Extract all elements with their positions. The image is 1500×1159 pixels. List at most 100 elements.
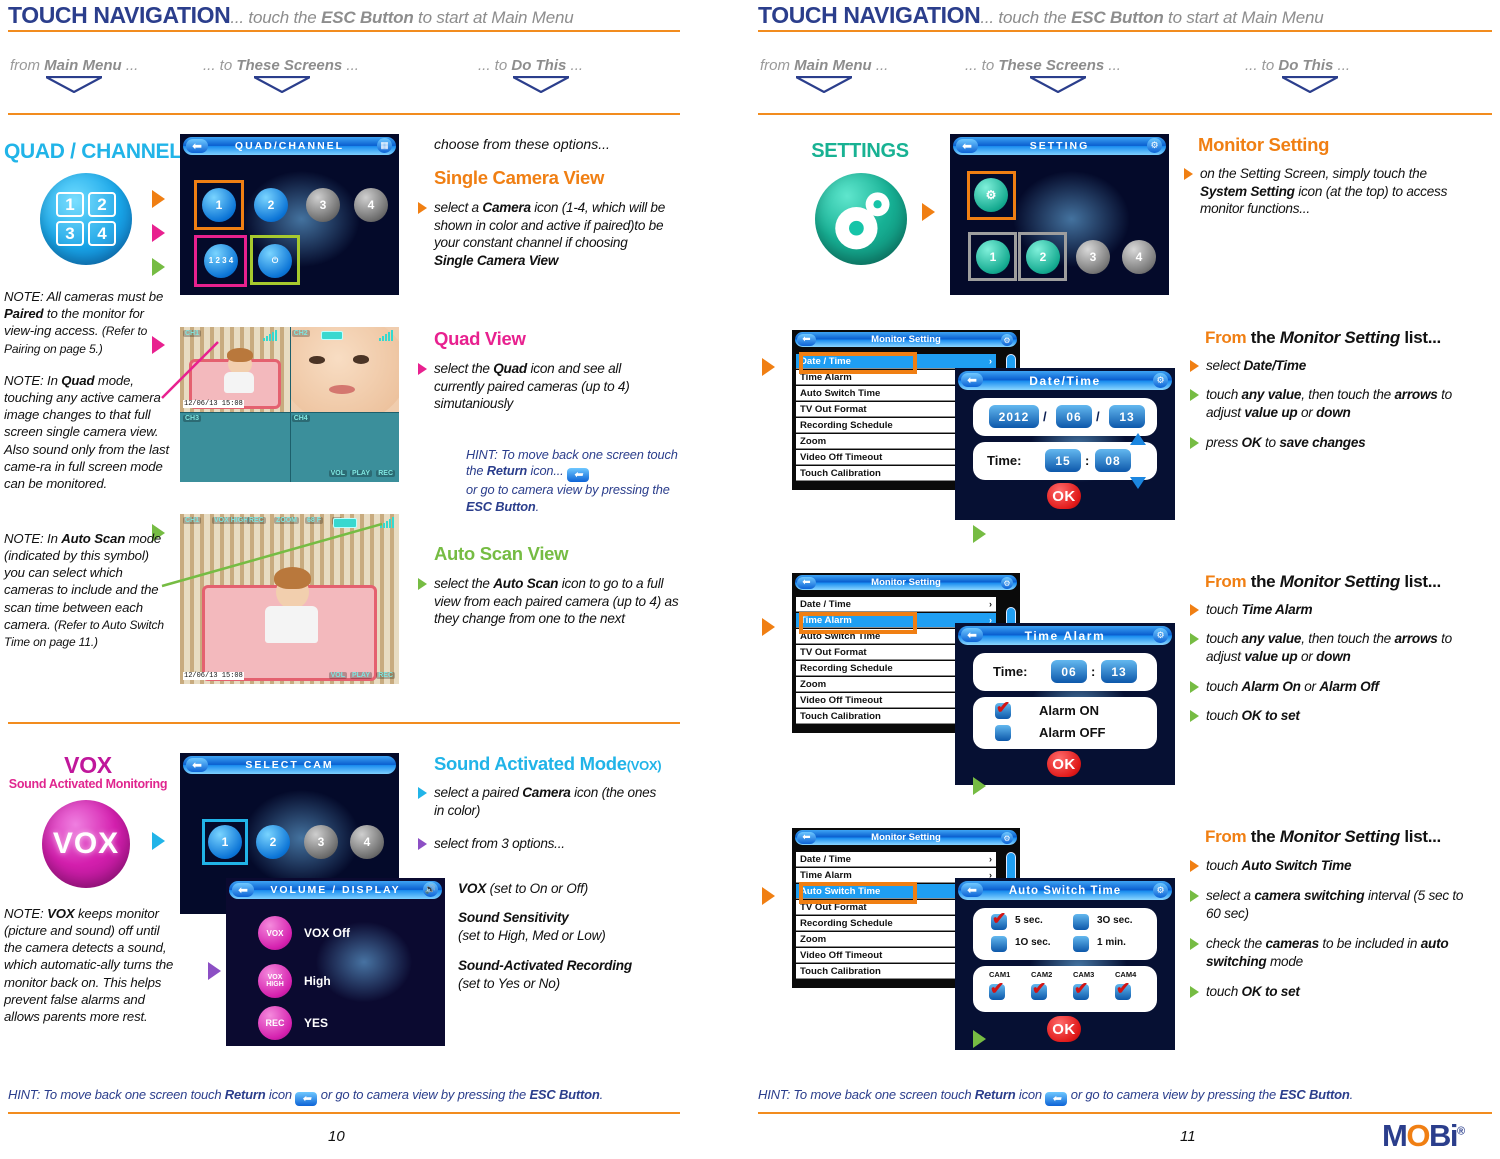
gear-icon[interactable]: ⚙	[1153, 373, 1168, 388]
bullet-text: select from 3 options...	[434, 836, 565, 851]
bullet-text: touch any value, then touch the arrows t…	[1206, 631, 1452, 664]
camera-icon-2[interactable]: 2	[254, 188, 288, 222]
alarm-minute-value[interactable]: 13	[1101, 660, 1137, 683]
column-header-these-screens: ... to These Screens ...	[203, 57, 359, 74]
return-icon[interactable]: ⬅	[1045, 1092, 1068, 1106]
screen-title-bar: QUAD/CHANNEL	[183, 137, 396, 155]
cam-checkbox-1[interactable]	[989, 979, 1005, 1005]
ok-button[interactable]: OK	[1047, 1016, 1081, 1042]
block3-heading: From the Monitor Setting list...	[1205, 827, 1441, 846]
camera-setting-icon-4[interactable]: 4	[1122, 240, 1156, 274]
return-icon[interactable]: ⬅	[956, 139, 978, 153]
osd-ch3: CH3	[183, 415, 202, 423]
cam-label-4: CAM4	[1115, 970, 1137, 979]
interval-label-5sec: 5 sec.	[1015, 915, 1043, 926]
return-icon[interactable]: ⬅	[961, 373, 983, 387]
rec-icon[interactable]: REC	[258, 1006, 292, 1040]
column-header-do-this: ... to Do This ...	[1245, 57, 1351, 74]
vox-high-icon[interactable]: VOX HIGH	[258, 964, 292, 998]
month-value[interactable]: 06	[1056, 405, 1092, 428]
interval-checkbox-30sec[interactable]	[1073, 914, 1089, 935]
selection-box-cam1	[968, 232, 1017, 281]
alarm-off-checkbox[interactable]	[995, 725, 1011, 746]
highlight-box-time-alarm	[799, 612, 917, 634]
time-alarm-dialog[interactable]: Time Alarm ⬅ ⚙ Time: 06 : 13 Alarm ON Al…	[955, 623, 1175, 785]
gear-icon[interactable]: ⚙	[1153, 628, 1168, 643]
bullet-text: touch Alarm On or Alarm Off	[1206, 679, 1379, 694]
gear-icon[interactable]: ⚙	[1001, 577, 1013, 589]
vox-off-icon[interactable]: VOX	[258, 916, 292, 950]
return-icon[interactable]: ⬅	[232, 883, 254, 897]
interval-checkbox-10sec[interactable]	[991, 936, 1007, 957]
ok-button[interactable]: OK	[1047, 751, 1081, 777]
chevron-down-icon	[254, 76, 310, 93]
vox-option-1: VOX (set to On or Off)	[458, 881, 589, 896]
bullet-arrow-icon	[1190, 604, 1199, 616]
osd-rec-btn[interactable]: REC	[376, 672, 395, 679]
osd-rec[interactable]: REC	[376, 470, 395, 477]
day-value[interactable]: 13	[1109, 405, 1145, 428]
selection-box-camera1	[194, 180, 244, 230]
bullet-arrow-icon	[418, 363, 427, 375]
quad-channel-screen[interactable]: QUAD/CHANNEL ⬅ ▦ 1 2 3 4 1 2 3 4 ⏻	[180, 134, 399, 295]
minute-value[interactable]: 08	[1095, 449, 1131, 472]
camera-setting-icon-3[interactable]: 3	[1076, 240, 1110, 274]
setting-screen[interactable]: SETTING ⬅ ⚙ ⚙ 1 2 3 4	[950, 134, 1169, 295]
cam-checkbox-3[interactable]	[1073, 979, 1089, 1005]
camera-icon-3[interactable]: 3	[304, 825, 338, 859]
volume-display-dialog[interactable]: VOLUME / DISPLAY ⬅ 🔊 VOX VOX Off VOX HIG…	[226, 878, 445, 1046]
camera-icon-4[interactable]: 4	[350, 825, 384, 859]
gear-icon[interactable]: ⚙	[1001, 832, 1013, 844]
selection-box-cam2	[1018, 232, 1067, 281]
interval-checkbox-5sec[interactable]	[991, 909, 1007, 935]
alarm-hour-value[interactable]: 06	[1051, 660, 1087, 683]
vox-icon: VOX	[42, 800, 130, 888]
return-icon[interactable]: ⬅	[186, 139, 208, 153]
interval-checkbox-1min[interactable]	[1073, 936, 1089, 957]
camera-icon-3[interactable]: 3	[306, 188, 340, 222]
bullet-arrow-icon	[1190, 437, 1199, 449]
cam-checkbox-2[interactable]	[1031, 979, 1047, 1005]
arrow-green-autoscan	[152, 258, 165, 276]
gear-icon[interactable]: ⚙	[1153, 883, 1168, 898]
gear-icon[interactable]: ⚙	[1001, 334, 1013, 346]
list-row-date-time[interactable]: Date / Time ›	[796, 852, 996, 867]
return-icon[interactable]: ⬅	[961, 628, 983, 642]
osd-vol[interactable]: VOL	[328, 470, 347, 477]
osd-ch2: CH2	[291, 330, 310, 337]
year-value[interactable]: 2012	[989, 405, 1039, 428]
ok-button[interactable]: OK	[1047, 483, 1081, 509]
selection-box-system-setting	[967, 171, 1016, 220]
cam-checkbox-4[interactable]	[1115, 979, 1131, 1005]
osd-play[interactable]: PLAY	[349, 470, 372, 477]
hour-value[interactable]: 15	[1045, 449, 1081, 472]
gear-icon[interactable]: ⚙	[1147, 138, 1162, 153]
arrow-up-icon[interactable]	[1129, 432, 1147, 446]
osd-vol[interactable]: VOL	[328, 672, 347, 679]
osd-ch1: CH1	[183, 330, 202, 337]
return-icon[interactable]: ⬅	[186, 758, 208, 772]
date-time-dialog[interactable]: Date/Time ⬅ ⚙ 2012 / 06 / 13 Time: 15 : …	[955, 368, 1175, 520]
return-icon[interactable]: ⬅	[961, 883, 983, 897]
camera-icon-4[interactable]: 4	[354, 188, 388, 222]
dialog-title-bar: Date/Time	[958, 371, 1172, 390]
arrow-orange-settings	[922, 203, 935, 221]
alarm-toggle-panel: Alarm ON Alarm OFF	[973, 697, 1157, 749]
camera-icon-2[interactable]: 2	[256, 825, 290, 859]
return-icon[interactable]: ⬅	[567, 468, 589, 483]
return-icon[interactable]: ⬅	[797, 577, 816, 589]
signal-icon	[379, 330, 393, 341]
alarm-on-checkbox[interactable]	[995, 698, 1011, 724]
hint-return-quad: HINT: To move back one screen touch the …	[466, 447, 678, 514]
arrow-down-icon[interactable]	[1129, 476, 1147, 490]
list-row-date-time[interactable]: Date / Time ›	[796, 597, 996, 612]
vox-option-3: Sound-Activated Recording (set to Yes or …	[458, 958, 632, 991]
osd-play[interactable]: PLAY	[349, 672, 372, 679]
arrow-orange-single-camera	[152, 190, 165, 208]
return-icon[interactable]: ⬅	[295, 1092, 318, 1106]
return-icon[interactable]: ⬅	[797, 334, 816, 346]
arrow-orange-block3	[762, 887, 775, 905]
return-icon[interactable]: ⬅	[797, 832, 816, 844]
auto-switch-time-dialog[interactable]: Auto Switch Time ⬅ ⚙ 5 sec. 3O sec. 1O s…	[955, 878, 1175, 1050]
quad-grid-icon[interactable]: ▦	[377, 138, 392, 153]
